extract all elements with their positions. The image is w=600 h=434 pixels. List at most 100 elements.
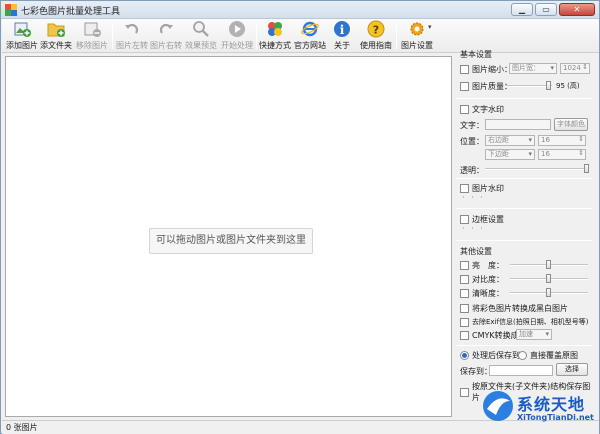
quality-value: 95 (高) bbox=[556, 82, 580, 90]
divider bbox=[456, 240, 592, 241]
preview-button[interactable]: 效果预览 bbox=[184, 20, 218, 52]
checkbox-box[interactable] bbox=[460, 387, 469, 397]
checkbox-box[interactable] bbox=[460, 65, 469, 74]
close-icon: ✕ bbox=[573, 5, 581, 14]
contrast-slider[interactable] bbox=[510, 274, 588, 283]
sharpness-slider-thumb[interactable] bbox=[546, 288, 551, 297]
checkbox-box[interactable] bbox=[460, 82, 469, 91]
preview-label: 效果预览 bbox=[185, 41, 217, 50]
exif-label: 去除Exif信息(拍照日期、相机型号等) bbox=[472, 318, 589, 326]
image-count: 0 张图片 bbox=[6, 423, 38, 432]
site-watermark: 系统天地 XiTongTianDi.net bbox=[477, 387, 599, 431]
rotate-left-icon bbox=[125, 23, 139, 34]
sharpness-checkbox[interactable]: 清晰度： bbox=[460, 288, 504, 299]
quality-slider[interactable] bbox=[506, 81, 552, 90]
horizontal-offset-spinner[interactable]: 16 bbox=[538, 135, 586, 146]
add-folder-icon bbox=[47, 23, 65, 37]
vertical-position-select[interactable]: 下边距 bbox=[485, 149, 535, 160]
rotate-right-label: 图片右转 bbox=[150, 41, 182, 50]
border-more[interactable]: · · · bbox=[462, 224, 485, 233]
shortcut-label: 快捷方式 bbox=[259, 41, 291, 50]
image-drop-area[interactable]: 可以拖动图片或图片文件夹到这里 bbox=[5, 56, 452, 417]
vertical-offset-spinner[interactable]: 16 bbox=[538, 149, 586, 160]
guide-label: 使用指南 bbox=[360, 41, 392, 50]
info-icon: i bbox=[334, 21, 350, 37]
contrast-checkbox[interactable]: 对比度： bbox=[460, 274, 504, 285]
browse-button[interactable]: 选择 bbox=[556, 363, 588, 376]
overwrite-radio[interactable]: 直接覆盖原图 bbox=[518, 350, 578, 361]
save-after-radio[interactable]: 处理后保存到 bbox=[460, 350, 520, 361]
image-watermark-more[interactable]: · · · bbox=[462, 193, 485, 202]
checkbox-box[interactable] bbox=[460, 304, 469, 313]
minimize-icon: ▁ bbox=[518, 5, 526, 14]
exif-checkbox[interactable]: 去除Exif信息(拍照日期、相机型号等) bbox=[460, 317, 588, 327]
resize-label: 图片缩小： bbox=[472, 65, 512, 74]
remove-image-button[interactable]: 移除图片 bbox=[76, 20, 108, 52]
brightness-checkbox[interactable]: 亮 度： bbox=[460, 260, 504, 271]
text-watermark-checkbox[interactable]: 文字水印 bbox=[460, 104, 504, 115]
cmyk-select[interactable]: 加速 bbox=[516, 329, 552, 340]
add-folder-button[interactable]: 添文件夹 bbox=[40, 20, 72, 52]
grayscale-checkbox[interactable]: 将彩色图片转换成黑白图片 bbox=[460, 303, 568, 314]
checkbox-box[interactable] bbox=[460, 317, 469, 327]
close-button[interactable]: ✕ bbox=[559, 3, 595, 16]
opacity-slider[interactable] bbox=[485, 164, 589, 173]
quality-slider-thumb[interactable] bbox=[546, 81, 551, 90]
website-button[interactable]: 官方网站 bbox=[293, 20, 327, 52]
guide-button[interactable]: ? 使用指南 bbox=[359, 20, 393, 52]
brightness-slider-thumb[interactable] bbox=[546, 260, 551, 269]
start-process-button[interactable]: 开始处理 bbox=[220, 20, 254, 52]
shortcut-icon bbox=[268, 22, 282, 36]
radio-dot[interactable] bbox=[460, 351, 469, 360]
watermark-text-input[interactable] bbox=[485, 119, 551, 130]
checkbox-box[interactable] bbox=[460, 289, 469, 298]
resize-value-spinner[interactable]: 1024 bbox=[560, 63, 590, 74]
checkbox-box[interactable] bbox=[460, 275, 469, 284]
resize-mode-select[interactable]: 图片宽： bbox=[509, 63, 557, 74]
checkbox-box[interactable] bbox=[460, 184, 469, 193]
horizontal-offset-value: 16 bbox=[541, 136, 550, 144]
about-label: 关于 bbox=[334, 41, 350, 50]
horizontal-position-select[interactable]: 右边距 bbox=[485, 135, 535, 146]
preview-icon bbox=[193, 21, 209, 37]
save-to-label: 保存到： bbox=[460, 367, 492, 376]
toolbar-separator bbox=[396, 23, 397, 49]
brightness-slider[interactable] bbox=[510, 260, 588, 269]
resize-checkbox[interactable]: 图片缩小： bbox=[460, 64, 512, 75]
vertical-position-value: 下边距 bbox=[488, 150, 509, 158]
settings-gear-icon bbox=[410, 22, 424, 36]
website-label: 官方网站 bbox=[294, 41, 326, 50]
title-bar[interactable]: 七彩色图片批量处理工具 ▁ ▭ ✕ bbox=[1, 1, 599, 19]
remove-image-label: 移除图片 bbox=[76, 41, 108, 50]
add-image-button[interactable]: 添加图片 bbox=[6, 20, 38, 52]
play-icon bbox=[229, 21, 245, 37]
radio-dot[interactable] bbox=[518, 351, 527, 360]
vertical-offset-value: 16 bbox=[541, 150, 550, 158]
checkbox-box[interactable] bbox=[460, 215, 469, 224]
rotate-left-button[interactable]: 图片左转 bbox=[116, 20, 148, 52]
opacity-slider-thumb[interactable] bbox=[584, 164, 589, 173]
save-path-input[interactable] bbox=[489, 365, 553, 376]
basic-settings-title: 基本设置 bbox=[460, 50, 492, 59]
minimize-button[interactable]: ▁ bbox=[511, 3, 533, 16]
sharpness-slider[interactable] bbox=[510, 288, 588, 297]
font-color-button[interactable]: 字体颜色 bbox=[554, 118, 588, 131]
other-settings-title: 其他设置 bbox=[460, 247, 492, 256]
dropdown-arrow-icon[interactable]: ▾ bbox=[428, 23, 432, 31]
sharpness-label: 清晰度： bbox=[472, 289, 504, 298]
checkbox-box[interactable] bbox=[460, 105, 469, 114]
maximize-button[interactable]: ▭ bbox=[535, 3, 557, 16]
resize-mode-value: 图片宽： bbox=[512, 64, 540, 72]
about-button[interactable]: i 关于 bbox=[329, 20, 355, 52]
divider bbox=[456, 345, 592, 346]
quality-checkbox[interactable]: 图片质量： bbox=[460, 81, 512, 92]
app-window: 七彩色图片批量处理工具 ▁ ▭ ✕ 添加图片 添文件夹 移除图片 图片左转 图片… bbox=[0, 0, 600, 434]
overwrite-label: 直接覆盖原图 bbox=[530, 351, 578, 360]
contrast-slider-thumb[interactable] bbox=[546, 274, 551, 283]
ie-icon bbox=[301, 21, 319, 37]
shortcut-button[interactable]: 快捷方式 bbox=[259, 20, 291, 52]
rotate-right-button[interactable]: 图片右转 bbox=[150, 20, 182, 52]
checkbox-box[interactable] bbox=[460, 331, 469, 340]
checkbox-box[interactable] bbox=[460, 261, 469, 270]
drop-hint: 可以拖动图片或图片文件夹到这里 bbox=[149, 228, 313, 254]
